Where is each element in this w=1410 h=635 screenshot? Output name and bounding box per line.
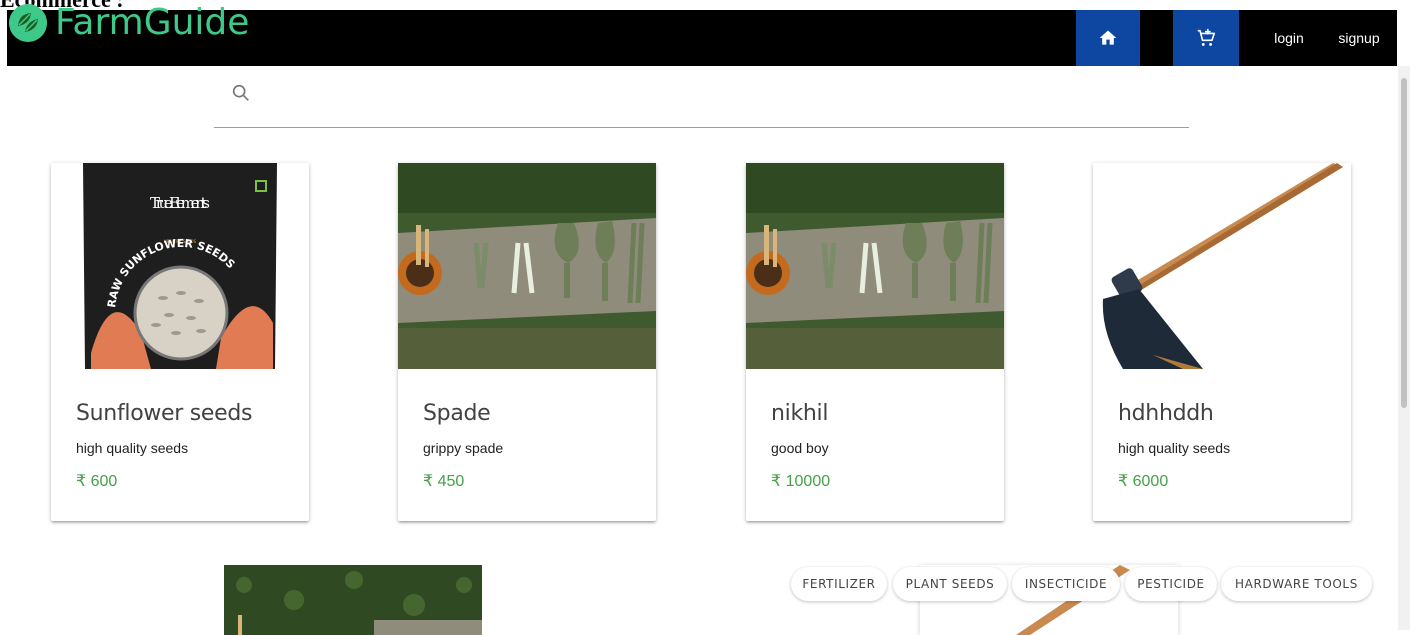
brand[interactable]: FarmGuide (9, 2, 249, 43)
home-icon (1099, 30, 1117, 45)
product-price: ₹ 6000 (1118, 473, 1169, 490)
pack-brand-text: True Elements (150, 194, 210, 212)
page-scrollbar[interactable] (1398, 66, 1410, 630)
login-link[interactable]: login (1261, 10, 1317, 66)
product-card[interactable]: Spade grippy spade ₹ 450 (398, 163, 656, 521)
product-description: high quality seeds (1118, 440, 1231, 456)
scrollbar-thumb[interactable] (1401, 78, 1407, 408)
product-card[interactable]: hdhhddh high quality seeds ₹ 6000 (1093, 163, 1351, 521)
search-icon (232, 84, 249, 101)
garden-tools-image (746, 163, 1004, 369)
category-chip-insecticide[interactable]: INSECTICIDE (1012, 567, 1120, 601)
product-price: ₹ 450 (423, 473, 465, 490)
garden-tools-image (398, 163, 656, 369)
product-title: nikhil (771, 401, 829, 426)
sunflower-seed-pack-image: True Elements HEALTHY SEEDS RAW SUNFLOWE… (51, 163, 309, 369)
product-description: high quality seeds (76, 440, 189, 456)
product-card[interactable]: nikhil good boy ₹ 10000 (746, 163, 1004, 521)
cart-button[interactable] (1173, 10, 1239, 66)
leaf-logo-icon (9, 3, 47, 42)
category-chip-hardware-tools[interactable]: HARDWARE TOOLS (1221, 567, 1372, 601)
product-card[interactable]: True Elements HEALTHY SEEDS RAW SUNFLOWE… (51, 163, 309, 521)
product-price: ₹ 10000 (771, 473, 831, 490)
garden-tools-image (224, 565, 482, 635)
category-chip-fertilizer[interactable]: FERTILIZER (791, 567, 887, 601)
category-chip-plant-seeds[interactable]: PLANT SEEDS (893, 567, 1007, 601)
category-chip-pesticide[interactable]: PESTICIDE (1125, 567, 1217, 601)
product-title: Spade (423, 401, 491, 426)
search-input[interactable] (270, 84, 1170, 114)
search-bar (214, 76, 1189, 128)
product-description: grippy spade (423, 440, 504, 456)
product-card[interactable] (224, 565, 482, 635)
navbar: FarmGuide login signup (7, 2, 1397, 66)
product-title: hdhhddh (1118, 401, 1214, 426)
hoe-image (1093, 163, 1351, 369)
product-description: good boy (771, 440, 829, 456)
signup-link[interactable]: signup (1327, 10, 1391, 66)
brand-name: FarmGuide (55, 2, 250, 43)
product-title: Sunflower seeds (76, 401, 253, 426)
home-button[interactable] (1076, 10, 1140, 66)
product-price: ₹ 600 (76, 473, 118, 490)
cart-icon (1197, 28, 1216, 46)
